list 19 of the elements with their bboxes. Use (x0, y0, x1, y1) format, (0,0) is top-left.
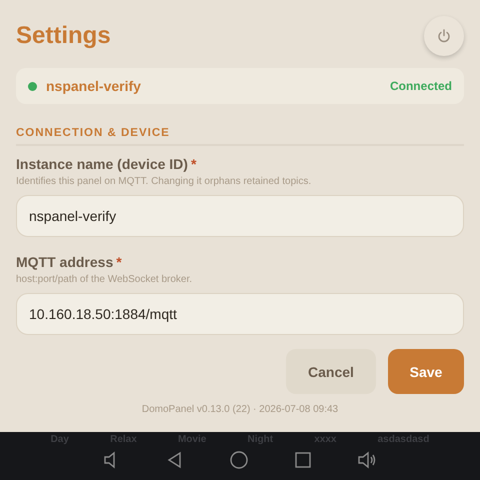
version-text: DomoPanel v0.13.0 (22) · 2026-07-08 09:43 (142, 404, 338, 415)
page-title: Settings (16, 22, 111, 50)
required-mark: * (190, 156, 196, 172)
field-hint: host:port/path of the WebSocket broker. (16, 274, 194, 285)
field-hint: Identifies this panel on MQTT. Changing it orphans retained topics. (16, 176, 312, 187)
home-icon[interactable] (230, 451, 248, 469)
cancel-button[interactable]: Cancel (286, 349, 376, 394)
device-name: nspanel-verify (46, 78, 142, 94)
required-mark: * (116, 254, 122, 270)
input-field[interactable]: 10.160.18.50:1884/mqtt (16, 293, 464, 335)
input-field[interactable]: nspanel-verify (16, 195, 464, 237)
save-button[interactable]: Save (388, 349, 464, 394)
field-label: MQTT address (16, 254, 114, 270)
power-icon (437, 29, 451, 43)
speaker-loud-icon[interactable] (357, 451, 378, 469)
connection-status: Connected (390, 79, 452, 93)
field-label: Instance name (device ID) (16, 156, 188, 172)
section-heading: CONNECTION & DEVICE (16, 127, 171, 139)
recents-icon[interactable] (294, 451, 312, 469)
